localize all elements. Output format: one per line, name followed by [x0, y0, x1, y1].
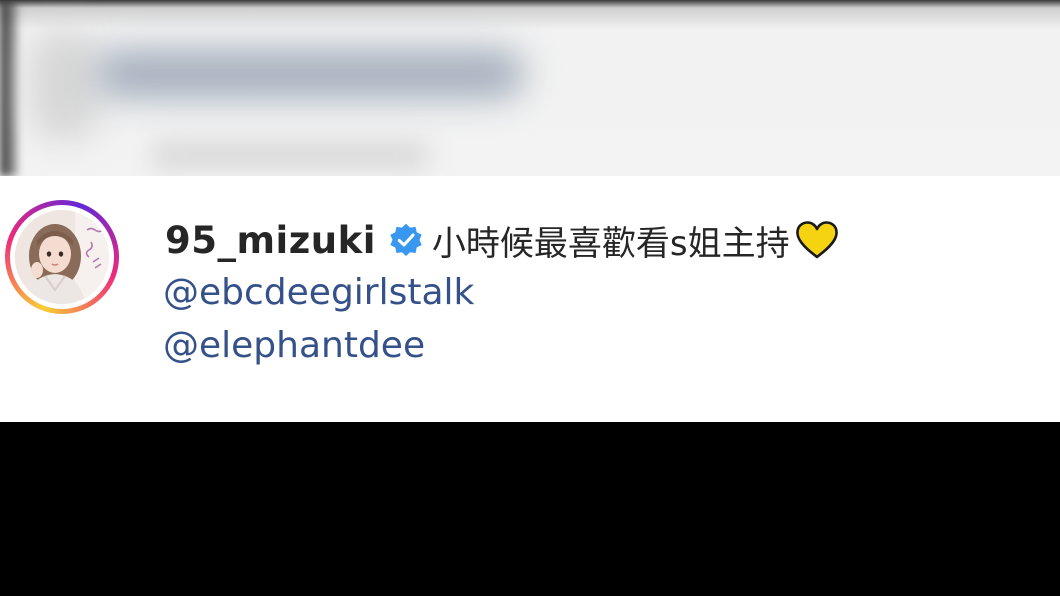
story-ring[interactable] — [5, 200, 119, 314]
caption-line: 95_mizuki 小時候最喜歡看s姐主持 — [165, 216, 840, 264]
caption-comment: 95_mizuki 小時候最喜歡看s姐主持 @ebcdeegirlstalk @… — [0, 176, 1060, 422]
blurred-previous-comment — [0, 0, 1060, 176]
yellow-heart-icon — [795, 221, 838, 259]
letterbox-bar — [0, 422, 1060, 596]
mention-link-elephantdee[interactable]: @elephantdee — [163, 325, 425, 366]
avatar[interactable] — [15, 210, 109, 304]
avatar-gap — [10, 205, 114, 309]
blur-shade-left — [0, 0, 18, 176]
blurred-subtext — [150, 140, 430, 170]
verified-badge-icon — [390, 223, 422, 257]
screenshot-frame: 95_mizuki 小時候最喜歡看s姐主持 @ebcdeegirlstalk @… — [0, 0, 1060, 596]
blurred-text — [95, 50, 525, 98]
caption-text: 小時候最喜歡看s姐主持 — [431, 223, 790, 264]
blurred-avatar — [30, 30, 100, 140]
profile-picture — [15, 210, 109, 304]
mention-link-ebcdeegirlstalk[interactable]: @ebcdeegirlstalk — [163, 272, 474, 313]
username-link[interactable]: 95_mizuki — [165, 219, 376, 262]
